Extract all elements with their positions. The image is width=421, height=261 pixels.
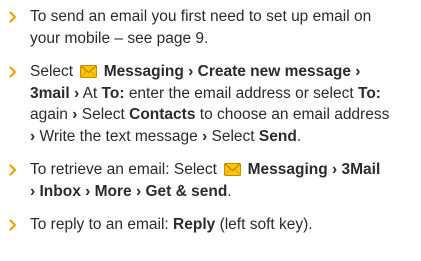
path-separator: ›: [85, 182, 91, 200]
envelope-icon: [224, 163, 242, 176]
path-separator: ›: [135, 182, 142, 200]
menu-messaging: Messaging: [103, 63, 184, 80]
menu-3mail: 3Mail: [341, 161, 381, 178]
text-intro: To reply to an email:: [30, 216, 169, 233]
instruction-item-send: Select Messaging › Create new message › …: [8, 61, 411, 147]
menu-3mail: 3mail: [30, 84, 70, 102]
menu-reply: Reply: [173, 216, 216, 233]
path-separator: ›: [355, 63, 361, 80]
menu-more: More: [94, 182, 132, 200]
text-period: .: [227, 182, 232, 200]
menu-get-send: Get & send: [145, 182, 228, 200]
item-text: your mobile – see page 9.: [30, 29, 209, 47]
text-period: .: [296, 127, 302, 145]
path-separator: ›: [332, 161, 338, 178]
chevron-right-icon: [9, 159, 21, 181]
field-to-again: To:: [358, 84, 381, 102]
menu-send: Send: [258, 127, 297, 145]
envelope-icon: [80, 65, 98, 78]
menu-inbox: Inbox: [39, 182, 81, 200]
text-intro: To retrieve an email: Select: [30, 161, 217, 178]
path-separator: ›: [202, 127, 208, 145]
text-select: Select: [30, 63, 74, 80]
path-separator: ›: [30, 127, 36, 145]
instruction-item-reply: To reply to an email: Reply (left soft k…: [8, 214, 411, 236]
instruction-list: To send an email you first need to set u…: [8, 6, 411, 236]
path-separator: ›: [30, 182, 36, 200]
text-select: Select: [81, 106, 125, 123]
menu-contacts: Contacts: [129, 106, 196, 123]
instruction-item-setup: To send an email you first need to set u…: [8, 6, 411, 49]
text-choose: to choose an email address: [199, 106, 390, 123]
chevron-right-icon: [9, 61, 21, 83]
field-to: To:: [101, 84, 125, 102]
menu-messaging: Messaging: [247, 161, 328, 178]
path-separator: ›: [72, 106, 78, 123]
text-again: again: [30, 106, 68, 123]
path-separator: ›: [188, 63, 194, 80]
item-text: To send an email you first need to set u…: [30, 8, 372, 25]
instruction-item-retrieve: To retrieve an email: Select Messaging ›…: [8, 159, 411, 202]
chevron-right-icon: [9, 214, 21, 236]
path-separator: ›: [73, 84, 80, 102]
text-enter: enter the email address or select: [128, 84, 354, 102]
text-select: Select: [211, 127, 255, 145]
chevron-right-icon: [9, 6, 21, 28]
menu-create-new-message: Create new message: [197, 63, 351, 80]
text-suffix: (left soft key).: [219, 216, 313, 233]
instructions-page: To send an email you first need to set u…: [0, 0, 421, 261]
text-at: At: [82, 84, 98, 102]
text-write: Write the text message: [39, 127, 198, 145]
